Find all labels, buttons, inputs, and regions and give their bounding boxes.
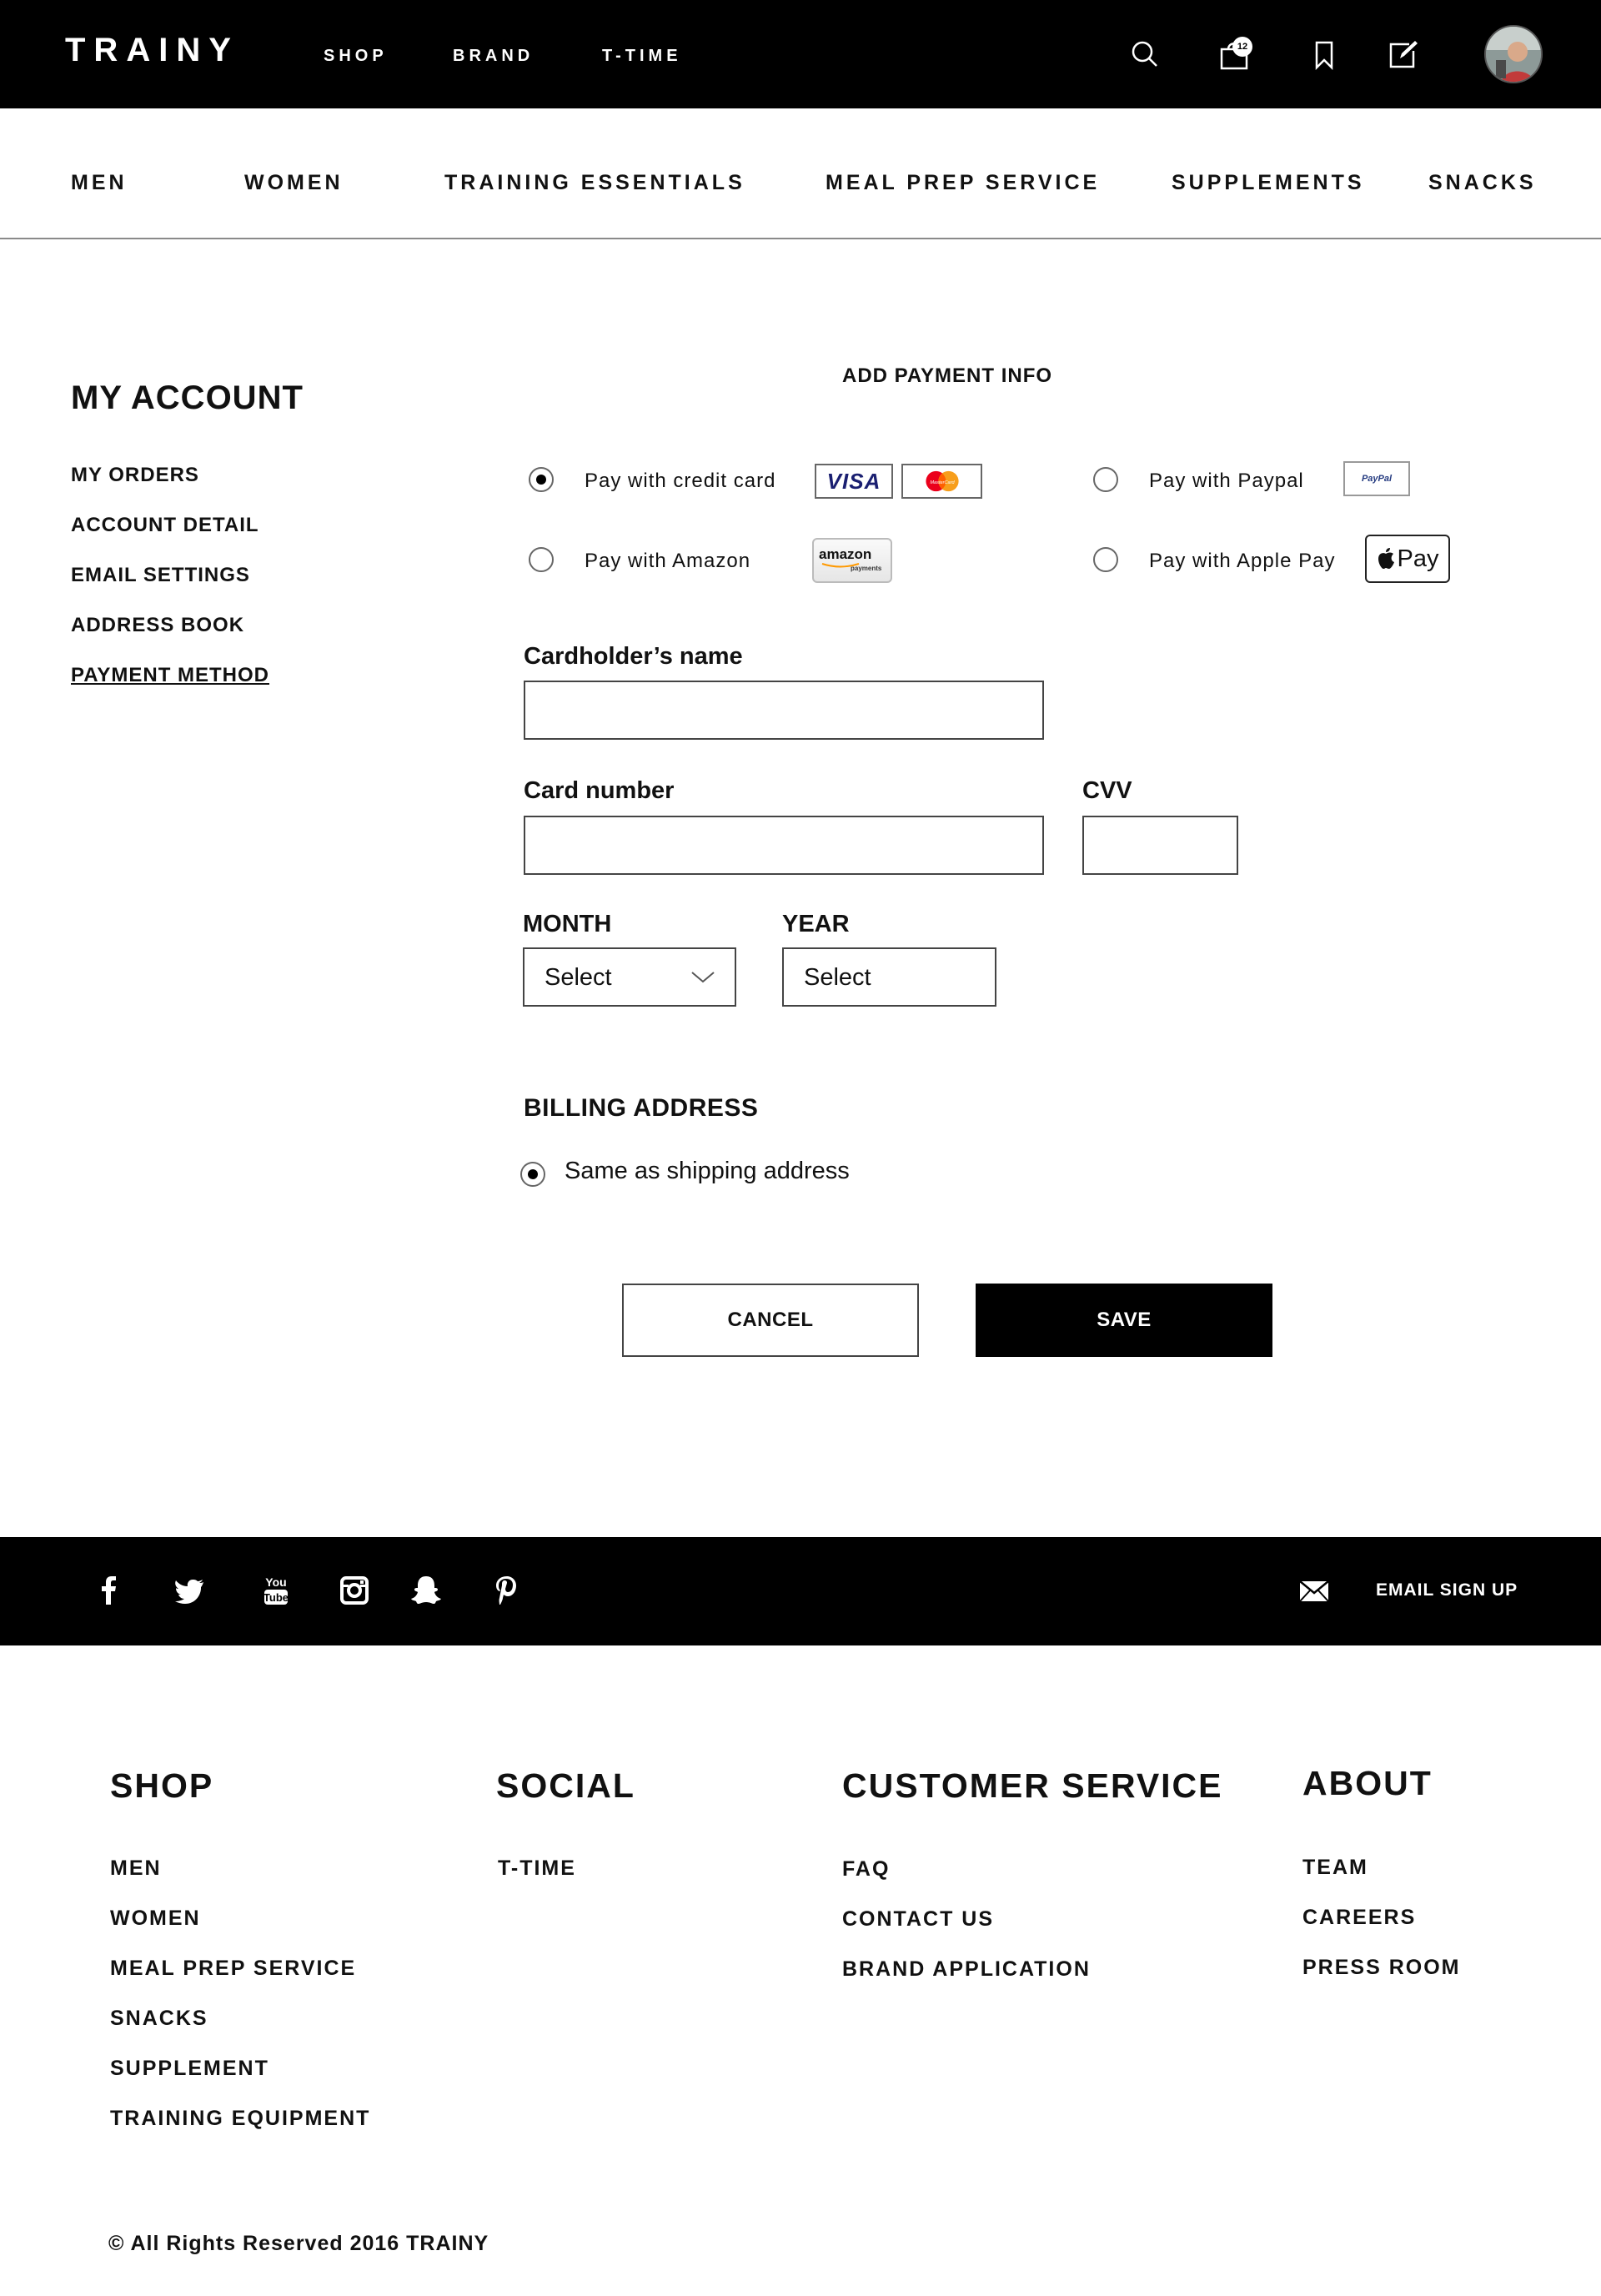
youtube-you-text: You [265, 1575, 286, 1589]
category-training-essentials[interactable]: TRAINING ESSENTIALS [444, 171, 745, 195]
snapchat-icon[interactable] [409, 1573, 444, 1608]
sidebar-item-my-orders[interactable]: MY ORDERS [71, 464, 199, 487]
footer-social-title: SOCIAL [496, 1766, 635, 1805]
footer-shop-link-men[interactable]: MEN [110, 1856, 162, 1881]
mastercard-logo-text: MasterCard [930, 480, 955, 485]
cart-count-badge: 12 [1232, 37, 1252, 57]
footer-cs-link-contact-us[interactable]: CONTACT US [842, 1907, 994, 1932]
visa-logo: VISA [815, 464, 893, 499]
apple-pay-logo: Pay [1365, 535, 1450, 583]
footer-shop-title: SHOP [110, 1766, 214, 1805]
radio-apple-pay[interactable] [1093, 547, 1118, 572]
cvv-label: CVV [1082, 777, 1132, 804]
year-label: YEAR [782, 911, 850, 937]
billing-address-title: BILLING ADDRESS [524, 1094, 759, 1122]
amazon-logo-text: amazon [819, 546, 872, 562]
sidebar-item-address-book[interactable]: ADDRESS BOOK [71, 614, 244, 637]
cvv-input[interactable] [1082, 816, 1238, 875]
facebook-icon[interactable] [92, 1573, 127, 1608]
amazon-payments-logo: amazon payments [812, 538, 892, 583]
radio-amazon[interactable] [529, 547, 554, 572]
nav-t-time[interactable]: T-TIME [602, 47, 682, 66]
category-men[interactable]: MEN [71, 171, 128, 195]
footer-about-link-press-room[interactable]: PRESS ROOM [1302, 1956, 1460, 1980]
sidebar-item-payment-method[interactable]: PAYMENT METHOD [71, 664, 269, 687]
save-button[interactable]: SAVE [976, 1284, 1272, 1357]
month-select-value: Select [545, 964, 612, 991]
copyright: © All Rights Reserved 2016 TRAINY [108, 2232, 489, 2255]
category-supplements[interactable]: SUPPLEMENTS [1172, 171, 1365, 195]
apple-pay-text: Pay [1397, 545, 1439, 572]
label-pay-paypal: Pay with Paypal [1149, 470, 1304, 492]
mastercard-logo: MasterCard [901, 464, 982, 499]
cardholder-name-label: Cardholder’s name [524, 643, 743, 670]
chevron-down-icon [691, 972, 715, 983]
footer-shop-link-supplement[interactable]: SUPPLEMENT [110, 2057, 269, 2081]
youtube-icon[interactable]: You Tube [258, 1573, 294, 1608]
account-title: MY ACCOUNT [71, 379, 304, 416]
avatar[interactable] [1484, 25, 1543, 83]
footer-customer-service-title: CUSTOMER SERVICE [842, 1766, 1223, 1805]
month-label: MONTH [523, 911, 612, 937]
nav-shop[interactable]: SHOP [324, 47, 388, 66]
radio-same-as-shipping[interactable] [520, 1162, 545, 1187]
footer-social-link-t-time[interactable]: T-TIME [498, 1856, 576, 1881]
twitter-icon[interactable] [172, 1573, 207, 1608]
label-pay-credit-card: Pay with credit card [585, 470, 776, 492]
same-as-shipping-label: Same as shipping address [565, 1158, 850, 1184]
year-select-value: Select [804, 964, 871, 991]
label-pay-amazon: Pay with Amazon [585, 550, 751, 572]
category-snacks[interactable]: SNACKS [1428, 171, 1537, 195]
sidebar-item-email-settings[interactable]: EMAIL SETTINGS [71, 564, 250, 587]
footer-cs-link-faq[interactable]: FAQ [842, 1857, 890, 1882]
card-number-label: Card number [524, 777, 675, 804]
logo[interactable]: TRAINY [65, 32, 239, 69]
visa-logo-text: VISA [826, 468, 881, 494]
mail-icon[interactable] [1299, 1580, 1329, 1602]
footer-about-link-careers[interactable]: CAREERS [1302, 1906, 1416, 1930]
top-header: TRAINY SHOP BRAND T-TIME 12 [0, 0, 1601, 108]
radio-credit-card[interactable] [529, 467, 554, 492]
bookmark-icon[interactable] [1307, 38, 1341, 71]
footer-cs-link-brand-application[interactable]: BRAND APPLICATION [842, 1957, 1091, 1982]
youtube-tube-text: Tube [263, 1591, 289, 1604]
footer-shop-link-snacks[interactable]: SNACKS [110, 2007, 208, 2031]
paypal-logo-text: PayPal [1361, 474, 1393, 484]
cancel-button[interactable]: CANCEL [622, 1284, 919, 1357]
card-number-input[interactable] [524, 816, 1044, 875]
label-pay-apple-pay: Pay with Apple Pay [1149, 550, 1336, 572]
form-title: ADD PAYMENT INFO [842, 364, 1053, 387]
category-nav: MEN WOMEN TRAINING ESSENTIALS MEAL PREP … [0, 108, 1601, 239]
pinterest-icon[interactable] [489, 1573, 524, 1608]
cardholder-name-input[interactable] [524, 681, 1044, 740]
paypal-logo: PayPal [1343, 461, 1410, 496]
nav-brand[interactable]: BRAND [453, 47, 534, 66]
footer-shop-link-women[interactable]: WOMEN [110, 1907, 201, 1931]
email-signup-link[interactable]: EMAIL SIGN UP [1376, 1580, 1518, 1600]
footer-about-link-team[interactable]: TEAM [1302, 1856, 1368, 1880]
footer-shop-link-meal-prep[interactable]: MEAL PREP SERVICE [110, 1957, 356, 1981]
category-women[interactable]: WOMEN [244, 171, 344, 195]
amazon-logo-subtext: payments [851, 565, 882, 572]
footer-shop-link-training-equipment[interactable]: TRAINING EQUIPMENT [110, 2107, 370, 2131]
footer-about-title: ABOUT [1302, 1764, 1433, 1802]
edit-icon[interactable] [1386, 38, 1419, 71]
social-footer-bar: You Tube EMAIL SIGN UP [0, 1537, 1601, 1645]
instagram-icon[interactable] [337, 1573, 372, 1608]
category-meal-prep-service[interactable]: MEAL PREP SERVICE [826, 171, 1100, 195]
apple-icon [1378, 548, 1394, 569]
year-select[interactable]: Select [782, 947, 996, 1007]
sidebar-item-account-detail[interactable]: ACCOUNT DETAIL [71, 514, 259, 537]
radio-paypal[interactable] [1093, 467, 1118, 492]
search-icon[interactable] [1128, 38, 1162, 71]
month-select[interactable]: Select [523, 947, 736, 1007]
